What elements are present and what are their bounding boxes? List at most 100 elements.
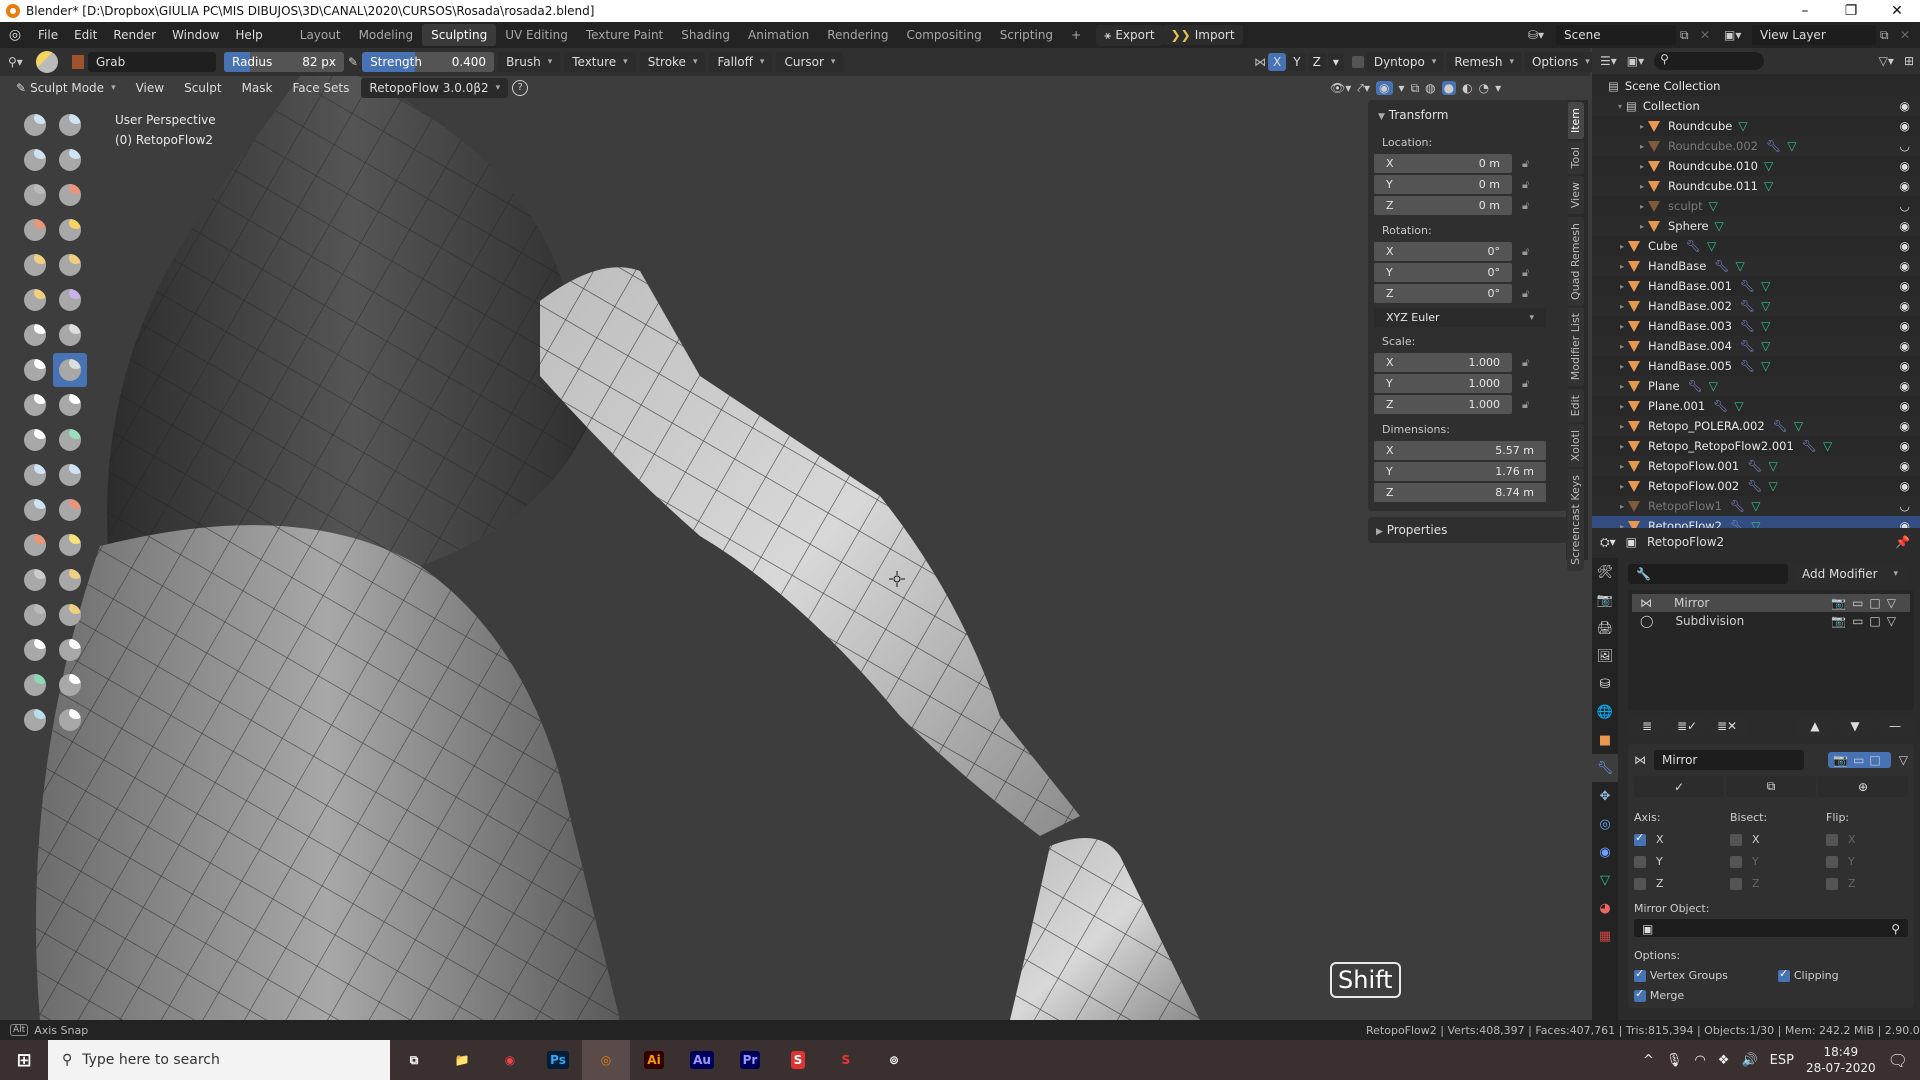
lock-icon[interactable]: 🔓︎ xyxy=(1522,398,1529,412)
eye-icon[interactable]: ◉ xyxy=(1900,419,1910,433)
dropbox-icon[interactable]: ❖ xyxy=(1718,1053,1730,1068)
expand-arrow-icon[interactable]: ▸ xyxy=(1616,362,1628,371)
dimensions-z-field[interactable]: Z 8.74 m xyxy=(1374,483,1546,502)
strength-slider[interactable]: Strength 0.400 xyxy=(362,52,495,72)
workspace-tab-animation[interactable]: Animation xyxy=(739,24,818,46)
sidebar-tab-edit[interactable]: Edit xyxy=(1567,388,1584,422)
tool-simplify-button[interactable] xyxy=(53,528,87,562)
cursor-menu[interactable]: Cursor ▾ xyxy=(776,52,844,72)
delete-view-layer-icon[interactable]: ✕ xyxy=(1900,28,1910,42)
tool-draw-button[interactable] xyxy=(18,108,52,142)
workspace-tab-layout[interactable]: Layout xyxy=(291,24,350,46)
outliner-item[interactable]: ▸ Retopo_RetopoFlow2.001 🔧︎ ▽ ◉ xyxy=(1592,436,1920,456)
start-button[interactable]: ⊞ xyxy=(0,1040,48,1080)
mirror-object-field[interactable]: ▣ ⚲ xyxy=(1634,919,1908,937)
sidebar-tab-xolotl[interactable]: Xolotl xyxy=(1567,424,1584,468)
mesh-data-icon[interactable]: ▽ xyxy=(1761,319,1770,333)
eye-icon[interactable]: ◉ xyxy=(1900,339,1910,353)
tool-multiplane-scrape-button[interactable] xyxy=(53,318,87,352)
mesh-data-icon[interactable]: ▽ xyxy=(1707,239,1716,253)
properties-render-tab[interactable]: 📷 xyxy=(1592,586,1618,614)
show-in-viewport-button[interactable]: ≣ xyxy=(1628,716,1666,736)
taskbar-app-chrome[interactable]: ◉ xyxy=(486,1040,534,1080)
eye-icon[interactable]: ◉ xyxy=(1900,299,1910,313)
menu-face-sets[interactable]: Face Sets xyxy=(284,78,357,98)
tool-rotate-button[interactable] xyxy=(53,458,87,492)
flip-y-checkbox[interactable]: Y xyxy=(1826,854,1906,868)
dyntopo-checkbox[interactable] xyxy=(1351,56,1364,68)
modifier-toggle-buttons[interactable]: 📷▭□ xyxy=(1828,752,1891,768)
outliner-item[interactable]: ▸ HandBase.002 🔧︎ ▽ ◉ xyxy=(1592,296,1920,316)
vertex-groups-option[interactable]: Vertex Groups xyxy=(1634,967,1778,982)
mesh-data-icon[interactable]: ▽ xyxy=(1764,159,1773,173)
tool-crease-button[interactable] xyxy=(18,248,52,282)
hidden-eye-icon[interactable]: ◡ xyxy=(1900,499,1910,513)
shading-material-icon[interactable]: ◐ xyxy=(1462,81,1472,95)
properties-constraints-tab[interactable]: ◉ xyxy=(1592,838,1618,866)
workspace-tab-shading[interactable]: Shading xyxy=(672,24,739,46)
shading-solid-icon[interactable]: ● xyxy=(1441,81,1457,95)
expand-arrow-icon[interactable]: ▸ xyxy=(1616,442,1628,451)
tool-move-button[interactable] xyxy=(53,633,87,667)
symmetry-z-toggle[interactable]: Z xyxy=(1307,53,1326,71)
expand-arrow-icon[interactable]: ▸ xyxy=(1616,302,1628,311)
properties-object-data-tab[interactable]: ▽ xyxy=(1592,866,1618,894)
microphone-icon[interactable]: 🎙 xyxy=(1666,1053,1683,1068)
tool-layer-button[interactable] xyxy=(53,178,87,212)
expand-arrow-icon[interactable]: ▸ xyxy=(1616,262,1628,271)
gizmo-icon[interactable]: ⤤▾ xyxy=(1357,81,1370,96)
mesh-data-icon[interactable]: ▽ xyxy=(1709,379,1718,393)
eye-icon[interactable]: ◉ xyxy=(1900,279,1910,293)
tool-elastic-deform-button[interactable] xyxy=(18,388,52,422)
language-indicator[interactable]: ESP xyxy=(1770,1053,1794,1068)
workspace-tab-texture-paint[interactable]: Texture Paint xyxy=(577,24,672,46)
flip-x-checkbox[interactable]: X xyxy=(1826,832,1906,846)
brush-menu[interactable]: Brush ▾ xyxy=(498,52,561,72)
menu-edit[interactable]: Edit xyxy=(66,28,105,42)
expand-arrow-icon[interactable]: ▸ xyxy=(1616,342,1628,351)
tool-box-mask-button[interactable] xyxy=(18,598,52,632)
workspace-tab-scripting[interactable]: Scripting xyxy=(991,24,1062,46)
scene-field[interactable]: Scene xyxy=(1556,25,1676,45)
remesh-menu[interactable]: Remesh ▾ xyxy=(1446,52,1522,72)
location-z-field[interactable]: Z0 m xyxy=(1374,196,1512,215)
menu-file[interactable]: File xyxy=(30,28,66,42)
close-button[interactable]: ✕ xyxy=(1874,0,1920,22)
taskbar-app-audition[interactable]: Au xyxy=(678,1040,726,1080)
sidebar-tab-tool[interactable]: Tool xyxy=(1567,141,1584,175)
mesh-data-icon[interactable]: ▽ xyxy=(1761,339,1770,353)
tool-fill-button[interactable] xyxy=(53,283,87,317)
outliner-item[interactable]: ▸ Plane.001 🔧︎ ▽ ◉ xyxy=(1592,396,1920,416)
tool-blob-button[interactable] xyxy=(53,213,87,247)
eye-icon[interactable]: ◉ xyxy=(1900,459,1910,473)
tool-clay-strips-button[interactable] xyxy=(53,143,87,177)
taskbar-app-substance-painter[interactable]: S xyxy=(822,1040,870,1080)
expand-arrow-icon[interactable]: ▸ xyxy=(1636,182,1648,191)
add-modifier-dropdown[interactable]: Add Modifier ▾ xyxy=(1794,564,1906,584)
axis-x-checkbox[interactable]: X xyxy=(1634,831,1730,846)
mesh-data-icon[interactable]: ▽ xyxy=(1736,259,1745,273)
modifier-wrench-icon[interactable]: 🔧︎ xyxy=(1747,479,1762,493)
sidebar-tab-screencast-keys[interactable]: Screencast Keys xyxy=(1567,469,1584,572)
modifier-name-field[interactable]: Mirror xyxy=(1654,750,1804,770)
rotation-z-field[interactable]: Z 0° xyxy=(1374,284,1512,303)
symmetry-menu-chevron[interactable]: ▾ xyxy=(1327,53,1344,71)
menu-view[interactable]: View xyxy=(128,78,172,98)
taskbar-app-file-explorer[interactable]: 📁 xyxy=(438,1040,486,1080)
outliner-search-input[interactable]: ⚲ xyxy=(1654,52,1765,70)
taskbar-app-substance[interactable]: S xyxy=(774,1040,822,1080)
symmetry-x-toggle[interactable]: X xyxy=(1268,53,1287,71)
show-hidden-icons[interactable]: ^ xyxy=(1643,1053,1654,1068)
bisect-y-checkbox[interactable]: Y xyxy=(1730,854,1826,868)
properties-physics-tab[interactable]: ◎ xyxy=(1592,810,1618,838)
expand-arrow-icon[interactable]: ▸ xyxy=(1616,502,1628,511)
taskbar-search-input[interactable]: ⚲ Type here to search xyxy=(48,1040,390,1080)
rotation-mode-dropdown[interactable]: XYZ Euler ▾ xyxy=(1374,308,1546,327)
eye-icon[interactable]: ◉ xyxy=(1900,239,1910,253)
hidden-eye-icon[interactable]: ◡ xyxy=(1900,139,1910,153)
merge-option[interactable]: Merge xyxy=(1634,987,1908,1002)
tool-pinch-button[interactable] xyxy=(18,353,52,387)
outliner-item[interactable]: ▸ Roundcube.002 🔧︎ ▽ ◡ xyxy=(1592,136,1920,156)
eye-icon[interactable]: ◉ xyxy=(1900,259,1910,273)
scale-x-field[interactable]: X 1.000 xyxy=(1374,353,1512,372)
